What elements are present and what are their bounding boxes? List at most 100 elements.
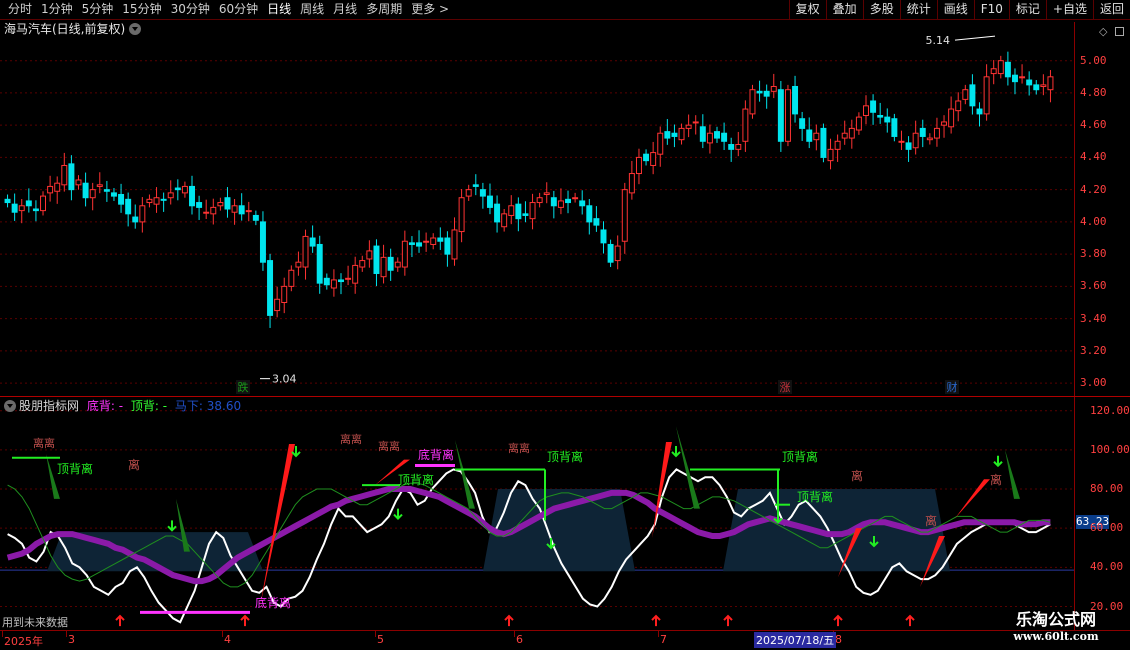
candle-body [68,163,75,191]
candle [61,152,68,192]
watermark-title: 乐淘公式网 [1015,610,1096,629]
candle [522,201,529,223]
candle-body [543,192,550,195]
candle [955,92,962,122]
period-tab-8[interactable]: 月线 [329,0,362,20]
candle-body [678,127,685,141]
candle [68,155,75,201]
candle [699,114,706,149]
candle [948,96,955,134]
date-label-4: 6 [516,633,523,646]
candle [281,277,288,314]
candle-body [650,152,657,166]
candle-body [962,89,969,100]
spike-wedge-9 [46,453,60,499]
candle-body [18,205,25,212]
candle [32,200,39,222]
toolbar-button-4[interactable]: 画线 [936,0,974,20]
candle [1011,68,1018,95]
divergence-label-4: 顶背离 [398,472,434,487]
date-axis[interactable]: 2025年 3 4 5 6 7 8 2025/07/18/五 [0,630,1130,650]
panel-close-icon[interactable] [1115,27,1124,36]
toolbar-button-3[interactable]: 统计 [899,0,937,20]
settings-dropdown-icon[interactable] [4,400,16,412]
toolbar-button-2[interactable]: 多股 [862,0,900,20]
price-axis[interactable]: ◇ 3.00 3.20 3.40 3.60 3.80 4.00 4.20 4.40 4.60 4.… [1074,22,1130,396]
leave-cluster-3: 离离 [508,441,530,455]
candle [749,84,756,119]
indicator-chart[interactable]: 顶背离 顶背离 顶背离 顶背离 顶背离 底背离 底背离离离离离离离 离离 离离 离离 [0,397,1074,630]
dropdown-icon[interactable] [129,23,142,35]
candle [706,124,713,154]
candle-body [756,90,763,94]
candle-body [1047,76,1054,91]
candle-body [912,132,919,149]
period-tab-4[interactable]: 30分钟 [167,0,215,20]
watermark-url: www.60lt.com [1013,630,1099,643]
up-arrow-3 [651,614,661,627]
diamond-icon[interactable]: ◇ [1099,25,1107,38]
candle [870,94,877,125]
toolbar-button-0[interactable]: 复权 [788,0,826,20]
candle-body [132,216,139,223]
candle-body [941,121,948,126]
tool-buttons: 复权 叠加 多股 统计 画线 F10 标记 +自选 返回 [788,0,1130,20]
candle [515,197,522,232]
toolbar-button-8[interactable]: 返回 [1092,0,1130,20]
candle-body [174,187,181,191]
candle-body [997,60,1004,75]
candle [309,225,316,253]
candle [1047,70,1054,103]
candle [572,192,579,203]
candle [345,265,352,286]
top-divergence-label: 顶背: - [130,399,168,413]
date-tick [658,631,659,637]
candle-body [96,184,103,187]
period-tab-2[interactable]: 5分钟 [78,0,119,20]
candle [359,255,366,272]
period-tab-5[interactable]: 60分钟 [215,0,263,20]
candle-body [196,202,203,208]
indicator-title[interactable]: 股朋指标网 底背: - 顶背: - 马下: 38.60 [4,398,241,414]
candle [983,64,990,121]
candle-body [288,269,295,287]
candle [905,136,912,162]
period-tab-7[interactable]: 周线 [296,0,329,20]
watermark: 乐淘公式网 www.60lt.com [986,606,1126,643]
period-tab-3[interactable]: 15分钟 [118,0,166,20]
up-arrow-2 [504,614,514,627]
candle-body [536,197,543,204]
candle-body [565,198,572,204]
divergence-label-6: 底背离 [418,447,454,462]
candle-body [557,200,564,208]
candle [600,221,607,254]
toolbar-button-6[interactable]: 标记 [1008,0,1046,20]
period-tab-6[interactable]: 日线 [263,0,296,20]
period-tab-9[interactable]: 多周期 [362,0,407,20]
date-tick [375,631,376,637]
indicator-axis[interactable]: 63.23 20.00 40.00 60.00 80.00 100.00 120.00 [1074,397,1130,630]
candle-body [32,208,39,212]
candle-body [572,197,579,200]
candle-body [607,243,614,263]
candle [437,227,444,250]
toolbar-button-5[interactable]: F10 [973,0,1009,20]
candle-body [976,108,983,115]
period-tab-0[interactable]: 分时 [4,0,37,20]
axis-corner-icons: ◇ [1099,25,1124,38]
candle-body [1033,84,1040,91]
period-tab-10[interactable]: 更多 > [407,0,454,20]
toolbar-button-7[interactable]: +自选 [1045,0,1093,20]
candle-body [423,240,430,243]
candlestick-chart[interactable]: 5.14 3.04 跌 涨 财 [0,22,1074,396]
toolbar-button-1[interactable]: 叠加 [825,0,863,20]
candle-body [621,189,628,242]
candle [288,265,295,292]
candle [196,195,203,220]
candle-body [118,193,125,205]
period-tab-1[interactable]: 1分钟 [37,0,78,20]
stock-title[interactable]: 海马汽车(日线,前复权) [4,21,142,37]
candle [941,115,948,138]
candle-body [806,129,813,142]
candle-body [139,205,146,223]
